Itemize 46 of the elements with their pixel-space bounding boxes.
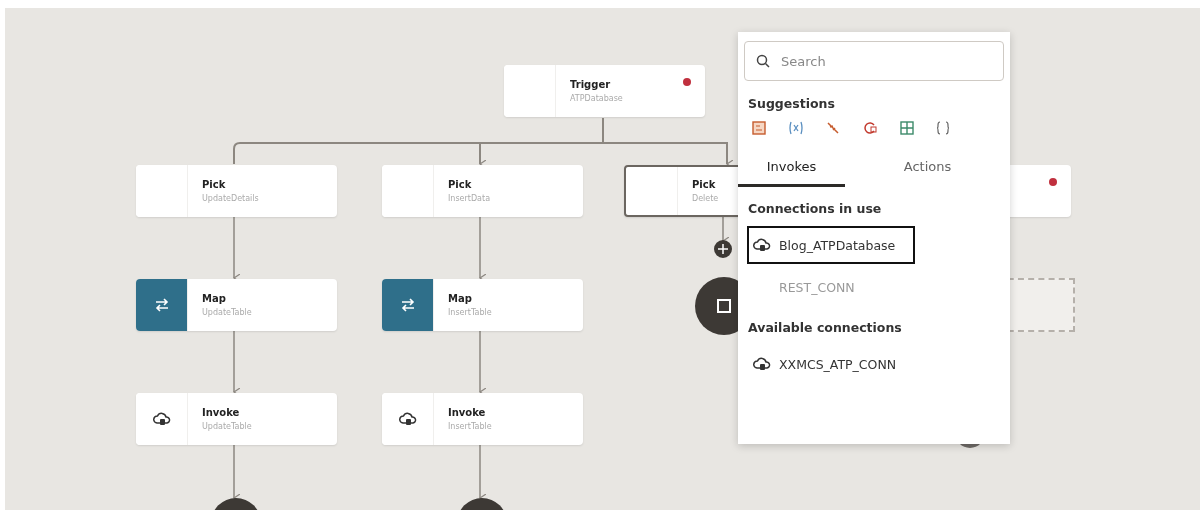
invoke-node[interactable]: Invoke InsertTable: [382, 393, 583, 445]
wand-icon: [826, 121, 840, 135]
swap-arrows-icon: [153, 298, 170, 312]
pick-node[interactable]: Pick InsertData: [382, 165, 583, 217]
grid-icon: [900, 121, 914, 135]
node-title: Invoke: [448, 407, 487, 418]
square-icon: [717, 299, 731, 313]
node-title: Invoke: [202, 407, 241, 418]
plus-icon: [718, 244, 728, 254]
mapper-icon: [752, 121, 766, 135]
map-node[interactable]: Map InsertTable: [382, 279, 583, 331]
node-subtitle: InsertData: [448, 194, 491, 203]
trigger-node[interactable]: Trigger ATPDatabase: [504, 65, 705, 117]
cloud-icon: [753, 357, 771, 371]
node-subtitle: Delete: [692, 194, 719, 203]
cloud-icon: [152, 412, 171, 426]
section-title: Suggestions: [747, 96, 836, 111]
node-subtitle: InsertTable: [448, 422, 492, 431]
node-subtitle: ATPDatabase: [570, 94, 623, 103]
node-subtitle: InsertTable: [448, 308, 492, 317]
add-button[interactable]: [714, 240, 732, 258]
braces-icon: [936, 121, 950, 135]
search-field[interactable]: Search: [744, 41, 1004, 81]
pick-node[interactable]: Pick UpdateDetails: [136, 165, 337, 217]
map-node[interactable]: Map UpdateTable: [136, 279, 337, 331]
tab[interactable]: Actions: [845, 149, 1010, 187]
invoke-node[interactable]: Invoke UpdateTable: [136, 393, 337, 445]
tab[interactable]: Invokes: [738, 149, 845, 187]
loop-icon: [862, 121, 878, 135]
node-title: Trigger: [570, 79, 612, 90]
connection-item[interactable]: Blog_ATPDatabase: [747, 226, 915, 264]
node-subtitle: UpdateTable: [202, 308, 252, 317]
node-title: Map: [202, 293, 227, 304]
node-title: Pick: [448, 179, 473, 190]
swap-arrows-icon: [399, 298, 416, 312]
search-icon: [756, 54, 770, 68]
node-title: Pick: [692, 179, 717, 190]
node-subtitle: UpdateTable: [202, 422, 252, 431]
cloud-icon: [753, 238, 771, 252]
node-subtitle: UpdateDetails: [202, 194, 259, 203]
connection-item[interactable]: XXMCS_ATP_CONN: [747, 345, 915, 383]
section-title: Available connections: [747, 320, 903, 335]
cloud-icon: [398, 412, 417, 426]
node-title: Map: [448, 293, 473, 304]
node-title: Pick: [202, 179, 227, 190]
variable-icon: [788, 121, 804, 135]
